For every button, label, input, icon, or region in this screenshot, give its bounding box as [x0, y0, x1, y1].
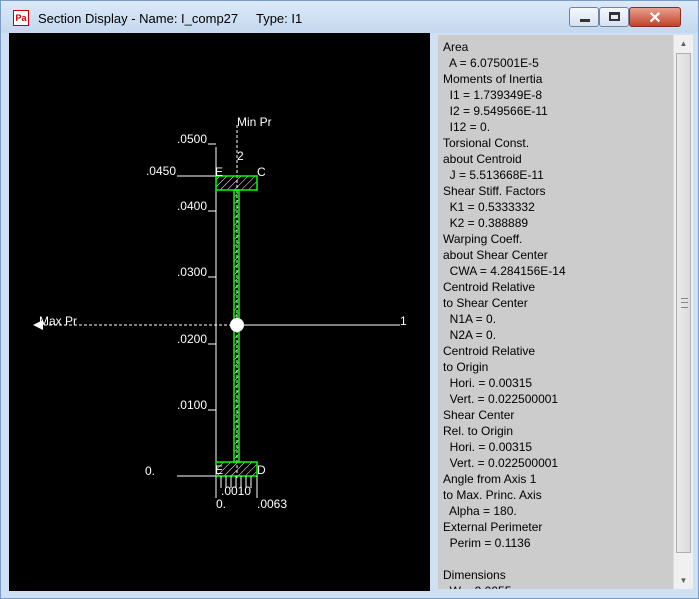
- axis-1-label: 1: [400, 314, 407, 328]
- x-tick-label: 0.: [216, 497, 226, 511]
- window-title: Section Display - Name: I_comp27 Type: I…: [38, 11, 303, 26]
- y-tick-marks: [177, 143, 216, 477]
- min-pr-label: Min Pr: [237, 115, 272, 129]
- y-tick-label: .0450: [146, 164, 176, 178]
- section-display-window: Pa Section Display - Name: I_comp27 Type…: [0, 0, 699, 599]
- y-tick-label: 0.: [145, 464, 155, 478]
- scroll-down-arrow-icon[interactable]: ▼: [674, 572, 693, 589]
- section-drawing-svg: .0500 .0450 .0400 .0300 .0200 .0100 0. M…: [33, 115, 407, 511]
- section-properties-text: Area A = 6.075001E-5 Moments of Inertia …: [443, 40, 566, 589]
- y-tick-label: .0100: [177, 398, 207, 412]
- minimize-icon: [580, 19, 590, 22]
- grip-icon: [681, 298, 688, 308]
- x-tick-label: .0063: [257, 497, 287, 511]
- corner-label-d: D: [257, 463, 266, 477]
- section-drawing: .0500 .0450 .0400 .0300 .0200 .0100 0. M…: [9, 33, 430, 591]
- y-tick-label: .0500: [177, 132, 207, 146]
- max-pr-label: Max Pr: [39, 314, 77, 328]
- y-tick-label: .0200: [177, 332, 207, 346]
- title-bar[interactable]: Pa Section Display - Name: I_comp27 Type…: [1, 1, 698, 33]
- close-button[interactable]: ✕: [629, 7, 681, 27]
- maximize-button[interactable]: [599, 7, 629, 27]
- corner-label-e-top: E: [215, 165, 223, 179]
- scrollbar-thumb[interactable]: [676, 53, 691, 553]
- centroid-marker: [230, 318, 244, 332]
- scroll-up-arrow-icon[interactable]: ▲: [674, 35, 693, 52]
- section-properties-panel[interactable]: Area A = 6.075001E-5 Moments of Inertia …: [438, 35, 673, 589]
- corner-label-c: C: [257, 165, 266, 179]
- y-tick-label: .0300: [177, 265, 207, 279]
- maximize-icon: [609, 12, 620, 21]
- corner-label-e-bottom: E: [215, 463, 223, 477]
- y-tick-label: .0400: [177, 199, 207, 213]
- close-icon: ✕: [648, 10, 662, 27]
- dimension-width-label: .0010: [221, 484, 251, 498]
- vertical-scrollbar[interactable]: ▲ ▼: [673, 35, 693, 589]
- minimize-button[interactable]: [569, 7, 599, 27]
- axis-2-label: 2: [237, 149, 244, 163]
- app-icon[interactable]: Pa: [13, 10, 29, 26]
